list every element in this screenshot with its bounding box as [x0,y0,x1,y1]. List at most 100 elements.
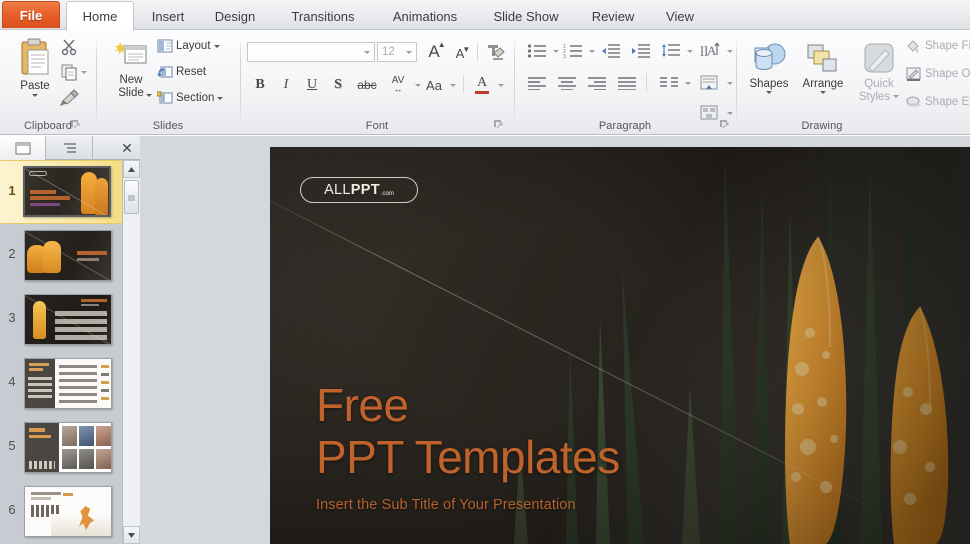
clipboard-dialog-launcher[interactable] [70,119,82,131]
clear-formatting-button[interactable] [483,41,507,63]
paragraph-divider [646,73,647,91]
shapes-caret-icon[interactable] [766,90,772,94]
change-case-button[interactable]: Aa [421,74,447,96]
scroll-up-button[interactable] [123,160,140,178]
arrange-caret-icon[interactable] [820,90,826,94]
pane-tab-slides[interactable] [0,136,46,160]
layout-button[interactable]: Layout [157,39,220,53]
scrollbar-thumb[interactable] [124,180,139,214]
slide-thumbnail-5[interactable]: 5 [0,416,122,480]
quick-styles-button[interactable]: Quick Styles [851,42,907,103]
pane-tab-outline[interactable] [47,136,93,160]
shape-outline-label: Shape O [925,68,970,80]
font-divider-2 [463,75,464,93]
decrease-indent-button[interactable] [599,40,623,62]
paste-label: Paste [20,80,50,92]
font-color-button[interactable]: A [471,72,493,96]
line-spacing-caret-icon[interactable] [687,50,693,53]
columns-button[interactable] [657,72,681,94]
align-left-button[interactable] [525,72,549,94]
font-size-caret-icon[interactable] [406,50,412,54]
justify-button[interactable] [615,72,639,94]
new-slide-caret-icon[interactable] [146,94,152,97]
close-pane-button[interactable]: ✕ [114,136,140,160]
reset-button[interactable]: Reset [157,65,206,79]
columns-icon [659,76,679,90]
text-direction-caret-icon[interactable] [727,50,733,53]
shrink-font-icon: A ▼ [455,44,471,61]
tab-view[interactable]: View [654,2,706,30]
tab-insert[interactable]: Insert [140,2,196,30]
align-text-caret-icon[interactable] [727,82,733,85]
font-size-combo[interactable]: 12 [377,42,417,62]
shrink-font-button[interactable]: A ▼ [449,43,471,63]
font-color-swatch [475,90,489,94]
shape-outline-button[interactable]: Shape O [905,66,970,82]
slide-thumbnail-list[interactable]: 1 2 3 4 5 6 [0,160,122,544]
section-button[interactable]: Section [157,91,224,105]
font-color-caret-icon[interactable] [498,84,504,87]
italic-glyph: I [283,77,289,92]
section-caret-icon[interactable] [217,96,224,100]
strikethrough-button[interactable]: abc [353,74,381,96]
slide-thumbnail-4[interactable]: 4 [0,352,122,416]
columns-caret-icon[interactable] [685,82,691,85]
paste-icon [17,38,53,78]
line-spacing-button[interactable] [659,40,683,62]
tab-insert-label: Insert [151,8,185,24]
slides-pane-scrollbar[interactable] [122,160,140,544]
paste-button[interactable]: Paste [8,38,62,97]
tab-slide-show-label: Slide Show [493,8,559,24]
arrange-button[interactable]: Arrange [797,42,849,94]
slide-title-block[interactable]: Free PPT Templates Insert the Sub Title … [316,379,620,513]
paragraph-dialog-launcher[interactable] [719,119,731,131]
bullets-icon [527,43,547,59]
align-right-button[interactable] [585,72,609,94]
quick-styles-caret-icon[interactable] [893,95,900,99]
tab-animations[interactable]: Animations [380,2,470,30]
grow-font-button[interactable]: A ▲ [423,40,445,62]
numbering-caret-icon[interactable] [589,50,595,53]
tab-review[interactable]: Review [580,2,646,30]
tab-home[interactable]: Home [66,1,134,31]
tab-transitions[interactable]: Transitions [276,2,370,30]
new-slide-button[interactable]: New Slide [105,40,157,99]
align-text-button[interactable] [697,72,723,94]
numbering-button[interactable]: 123 [561,40,585,62]
slide-thumbnail-1[interactable]: 1 [0,160,122,224]
slide-thumbnail-2[interactable]: 2 [0,224,122,288]
slide-thumbnail-6[interactable]: 6 [0,480,122,544]
font-name-combo[interactable] [247,42,375,62]
bold-button[interactable]: B [249,74,271,96]
slide-thumbnail-3[interactable]: 3 [0,288,122,352]
font-dialog-launcher[interactable] [493,119,505,131]
italic-button[interactable]: I [275,74,297,96]
text-shadow-button[interactable]: S [327,74,349,96]
character-spacing-button[interactable]: AV ↔ [385,72,411,96]
cut-button[interactable] [60,38,78,56]
copy-caret-icon[interactable] [81,70,87,74]
format-painter-button[interactable] [60,88,80,106]
tab-slide-show[interactable]: Slide Show [480,2,572,30]
layout-caret-icon[interactable] [213,44,220,48]
smartart-caret-icon[interactable] [727,112,733,115]
font-name-caret-icon[interactable] [364,50,370,54]
increase-indent-button[interactable] [629,40,653,62]
bullets-button[interactable] [525,40,549,62]
bullets-caret-icon[interactable] [553,50,559,53]
scroll-down-button[interactable] [123,526,140,544]
align-right-icon [587,76,607,90]
text-direction-button[interactable]: ll A [699,38,723,62]
shape-fill-button[interactable]: Shape Fi [905,38,970,54]
slides-tab-icon [15,142,31,155]
copy-button[interactable] [60,63,87,81]
paste-caret-icon[interactable] [32,93,38,97]
change-case-caret-icon[interactable] [450,84,456,87]
shape-effects-button[interactable]: Shape Ef [905,94,970,110]
shapes-button[interactable]: Shapes [743,42,795,94]
tab-file[interactable]: File [2,1,60,28]
underline-button[interactable]: U [301,74,323,96]
align-center-button[interactable] [555,72,579,94]
slide-canvas[interactable]: ALL PPT .com Free PPT Templates Insert the… [270,147,970,544]
tab-design[interactable]: Design [204,2,266,30]
